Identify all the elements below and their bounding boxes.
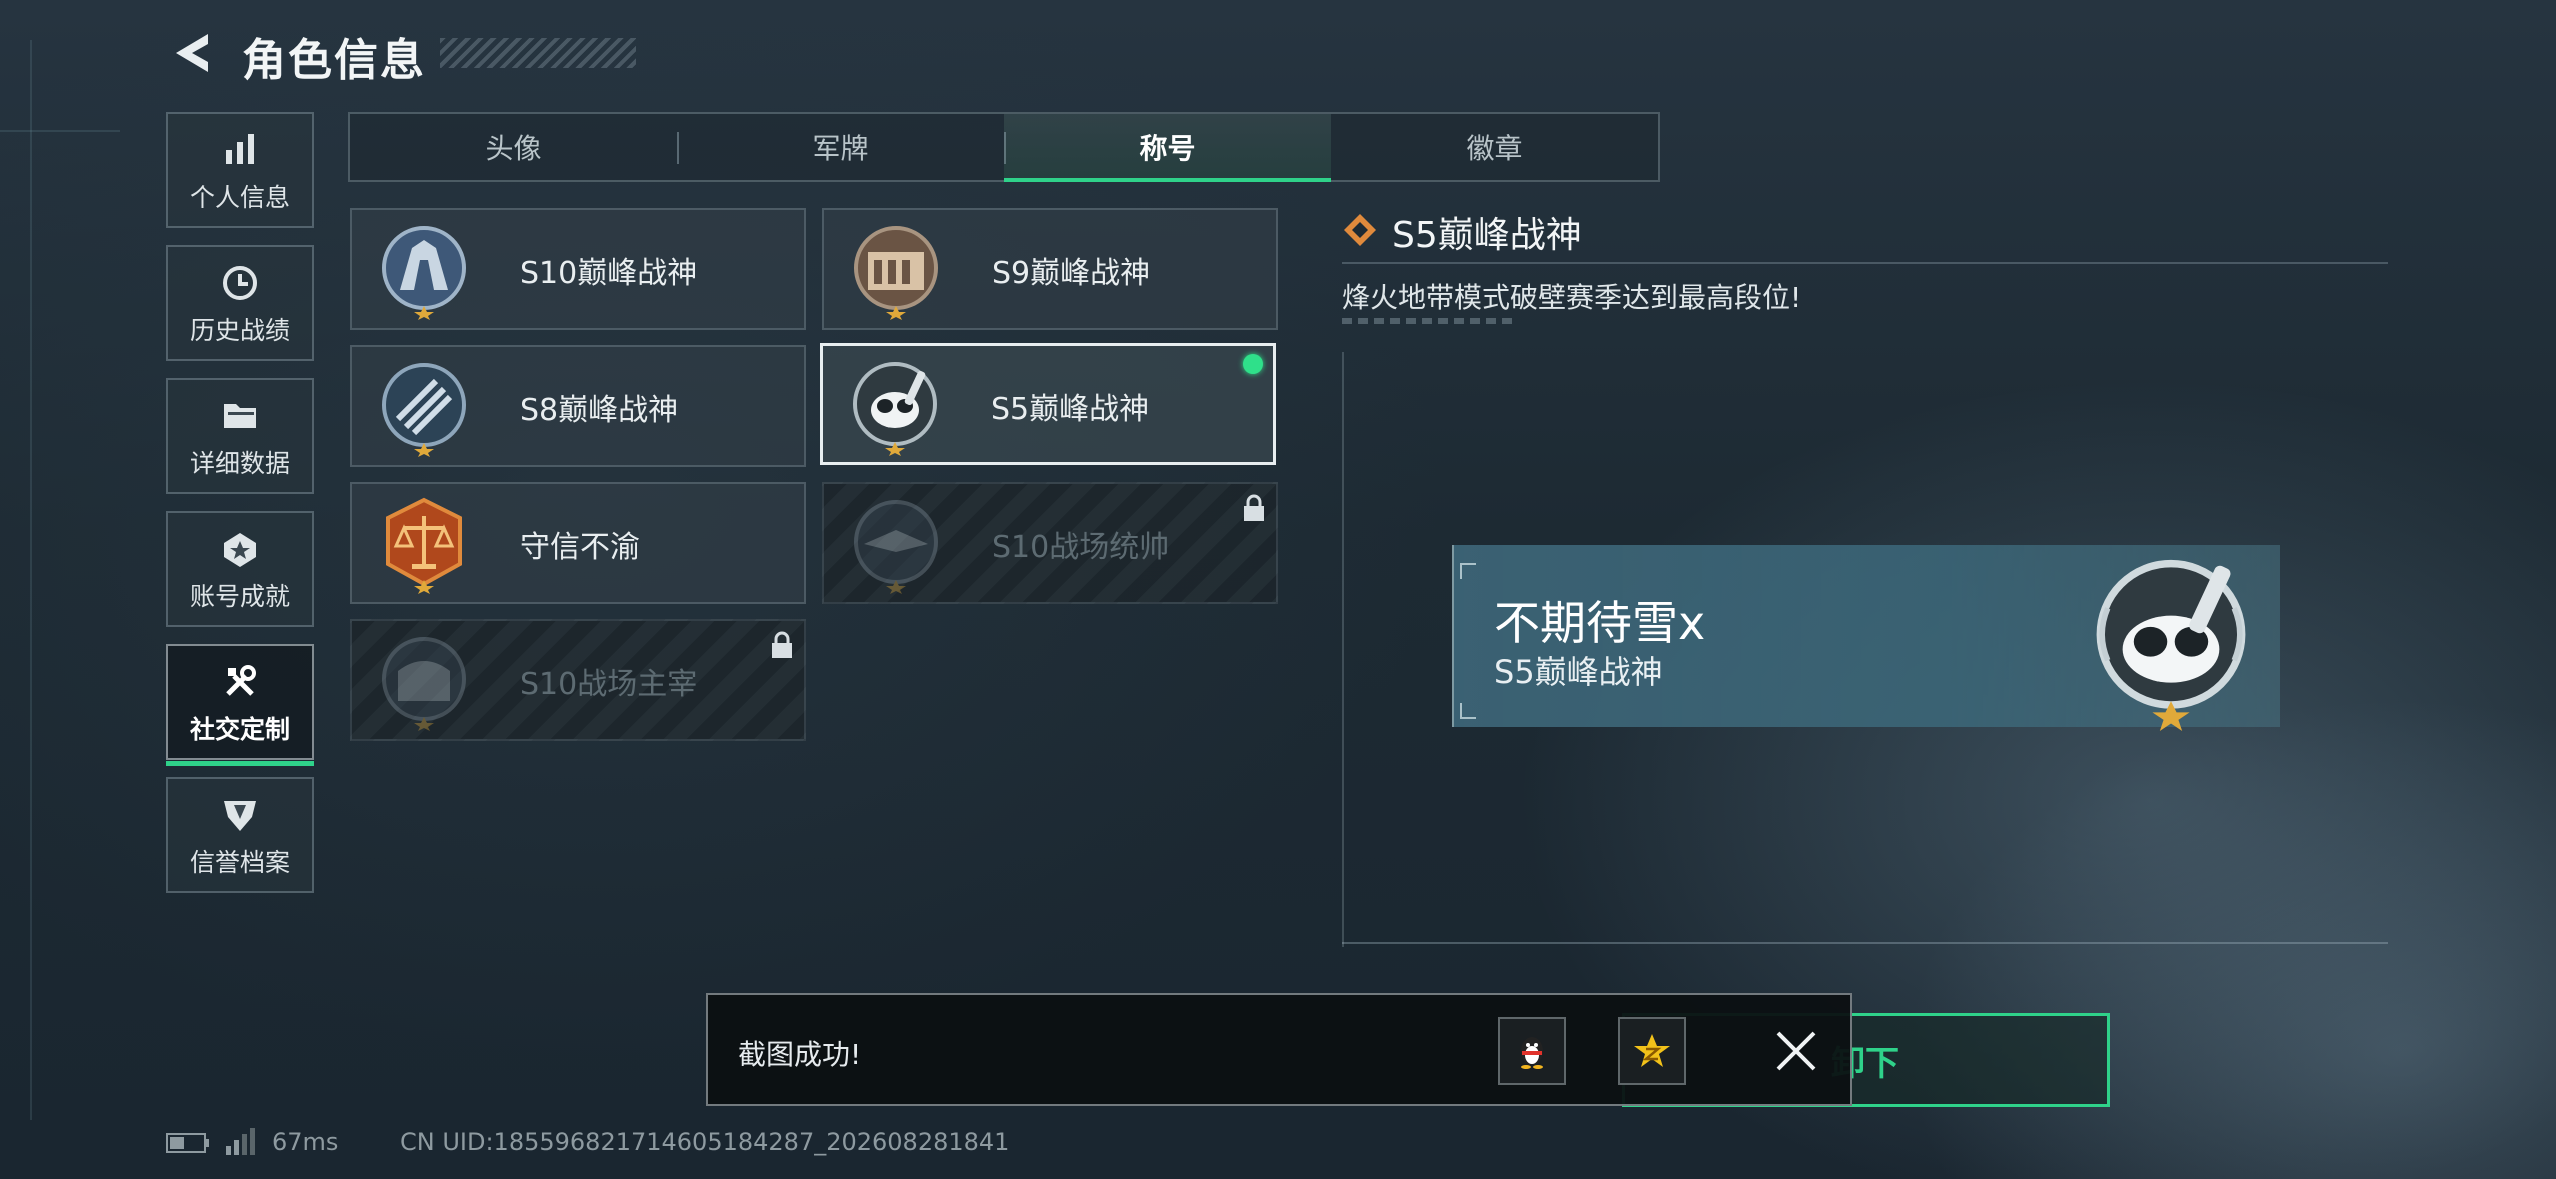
- title-name: S10战场主宰: [520, 667, 698, 702]
- frame-line-left: [0, 130, 120, 132]
- folder-icon: [220, 396, 260, 436]
- qq-penguin-icon: [1521, 1037, 1543, 1069]
- detail-decoration: [1342, 318, 1512, 324]
- preview-divider: [1342, 942, 2388, 944]
- sidebar-item-label: 信誉档案: [189, 848, 290, 877]
- title-card-s10-commander[interactable]: S10战场统帅: [822, 482, 1278, 604]
- sidebar-item-personal-info[interactable]: 个人信息: [166, 112, 314, 228]
- detail-title: S5巅峰战神: [1392, 215, 1582, 256]
- s5-peak-emblem-icon: [845, 356, 945, 456]
- ping-value: 67ms: [272, 1128, 339, 1156]
- detail-description: 烽火地带模式破壁赛季达到最高段位!: [1342, 281, 1802, 314]
- detail-divider: [1342, 262, 2388, 264]
- tab-title[interactable]: 称号: [1004, 114, 1331, 182]
- sidebar-item-label: 详细数据: [189, 449, 290, 478]
- battery-icon: [166, 1132, 210, 1154]
- title-card-s8-peak[interactable]: S8巅峰战神: [350, 345, 806, 467]
- close-icon: [1776, 1031, 1816, 1071]
- title-decoration: [440, 38, 636, 68]
- signal-icon: [224, 1126, 256, 1156]
- title-card-s5-peak[interactable]: S5巅峰战神: [820, 343, 1276, 465]
- lock-icon: [770, 631, 794, 659]
- equipped-indicator: [1243, 354, 1263, 374]
- user-uid: CN UID:1855968217146051842​87_2026082818…: [400, 1128, 1010, 1156]
- toast-message: 截图成功!: [738, 1038, 862, 1071]
- page-title: 角色信息: [242, 35, 426, 86]
- title-name: S10巅峰战神: [520, 256, 698, 291]
- s5-peak-emblem-icon: [2078, 545, 2264, 731]
- title-card-s10-dominator[interactable]: S10战场主宰: [350, 619, 806, 741]
- share-qq-button[interactable]: [1498, 1017, 1566, 1085]
- s8-peak-emblem-icon: [374, 357, 474, 457]
- sidebar-item-achievements[interactable]: 账号成就: [166, 511, 314, 627]
- tab-badge[interactable]: 徽章: [1331, 114, 1658, 180]
- sidebar-item-label: 历史战绩: [189, 316, 290, 345]
- sidebar-item-label: 个人信息: [189, 183, 290, 212]
- title-name: S8巅峰战神: [520, 393, 679, 428]
- s10-peak-emblem-icon: [374, 220, 474, 320]
- bar-chart-icon: [220, 130, 260, 170]
- sidebar-item-reputation[interactable]: 信誉档案: [166, 777, 314, 893]
- title-card-keep-faith[interactable]: 守信不渝: [350, 482, 806, 604]
- share-qzone-button[interactable]: [1618, 1017, 1686, 1085]
- sidebar-item-label: 账号成就: [189, 582, 290, 611]
- title-name: S10战场统帅: [992, 530, 1170, 565]
- reputation-shield-icon: [220, 795, 260, 835]
- tools-icon: [220, 662, 260, 702]
- sidebar-item-history[interactable]: 历史战绩: [166, 245, 314, 361]
- frame-line-top: [30, 40, 32, 1120]
- s10-commander-emblem-icon: [846, 494, 946, 594]
- nameplate-corner: [1460, 703, 1476, 719]
- title-card-s10-peak[interactable]: S10巅峰战神: [350, 208, 806, 330]
- back-button[interactable]: [168, 28, 218, 78]
- tab-dog-tag[interactable]: 军牌: [677, 114, 1004, 180]
- s10-dominator-emblem-icon: [374, 631, 474, 731]
- qzone-star-icon: [1634, 1034, 1670, 1067]
- sidebar-item-social-custom[interactable]: 社交定制: [166, 644, 314, 766]
- screenshot-toast: 截图成功!: [706, 993, 1852, 1106]
- history-clock-icon: [220, 263, 260, 303]
- title-name: 守信不渝: [520, 530, 640, 565]
- sidebar-item-label: 社交定制: [189, 715, 290, 744]
- title-name: S5巅峰战神: [991, 392, 1150, 427]
- tab-avatar[interactable]: 头像: [350, 114, 677, 180]
- title-name: S9巅峰战神: [992, 256, 1151, 291]
- lock-icon: [1242, 494, 1266, 522]
- nameplate-title: S5巅峰战神: [1494, 653, 1663, 691]
- title-diamond-icon: [1342, 212, 1378, 248]
- close-button[interactable]: [1768, 1023, 1824, 1079]
- title-card-s9-peak[interactable]: S9巅峰战神: [822, 208, 1278, 330]
- back-arrow-icon: [176, 34, 208, 72]
- scales-emblem-icon: [374, 494, 474, 594]
- nameplate-corner: [1460, 563, 1476, 579]
- sidebar-item-detail-data[interactable]: 详细数据: [166, 378, 314, 494]
- nameplate-player-name: 不期待雪x: [1494, 596, 1706, 650]
- category-tabs: 头像 军牌 称号 徽章: [348, 112, 1660, 182]
- achievement-medal-icon: [220, 529, 260, 569]
- s9-peak-emblem-icon: [846, 220, 946, 320]
